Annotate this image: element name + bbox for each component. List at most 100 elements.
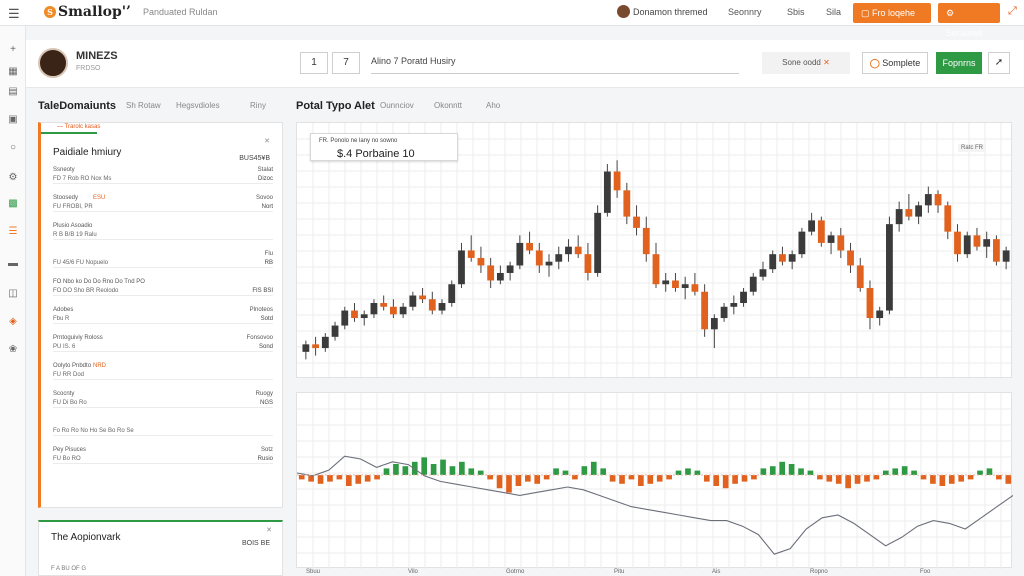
chart-icon[interactable]: ◫ [0, 288, 26, 299]
candle-body [876, 310, 884, 319]
image-icon[interactable]: ▩ [0, 198, 26, 209]
oscillator-bar [901, 466, 908, 475]
candle-body [389, 306, 397, 315]
panel-row[interactable]: Prntoguiviy Roloss Fonsovoo PU IS. 6 Sond [53, 335, 273, 353]
hamburger-menu-icon[interactable]: ☰ [8, 6, 20, 22]
candle-body [312, 344, 319, 349]
oscillator-bar [609, 475, 616, 482]
pin-icon[interactable]: ➚ [988, 52, 1010, 74]
panel-row[interactable]: FO Nbo ko Do Do Rno Do Tnd PO FO DO Sho B… [53, 279, 273, 297]
oscillator-bar [298, 475, 305, 480]
panel-row[interactable]: Pey Pisuces Sotz FU Bo RO Rusio [53, 447, 273, 465]
x-axis-label: Vilo [408, 569, 418, 575]
candle-body [954, 231, 961, 255]
candle-body [944, 205, 952, 232]
panel-tab[interactable]: — Trarolc kasas [57, 124, 100, 130]
settings-icon[interactable]: ⚙ [0, 172, 26, 183]
oscillator-bar [779, 461, 786, 475]
oscillator-bar [788, 464, 795, 475]
oscillator-chart[interactable] [296, 392, 1013, 569]
oscillator-bar [364, 475, 371, 482]
oscillator-bar [647, 475, 654, 484]
topbar-secondary-button[interactable]: ⚙ Seraures [938, 3, 1000, 38]
share-icon[interactable]: ◈ [0, 316, 26, 327]
stepper-field-2[interactable]: 7 [332, 52, 360, 74]
panel-row[interactable]: Oolyto Pnbdto FU RR Dod NRD [53, 363, 273, 381]
panel-row[interactable]: Plusio Asoadio R B B/B 19 Ralu [53, 223, 273, 241]
grid-icon[interactable]: ▦ [0, 66, 26, 77]
mini-button[interactable]: Sone oodd ✕ [762, 52, 850, 74]
candle-body [409, 295, 417, 307]
oscillator-bar [722, 475, 729, 489]
left-section-title: TaleDomaiunts [38, 100, 117, 112]
candle-body [915, 205, 923, 217]
candle-body [905, 209, 913, 217]
chart-tab-3[interactable]: Aho [486, 101, 500, 110]
oscillator-bar [345, 475, 352, 486]
panel-row[interactable]: Ssneoty Stalat FD 7 Rob RO Nox Ms Dizoc [53, 167, 273, 185]
expand-icon[interactable]: ⤢ [1008, 5, 1017, 18]
candle-body [895, 209, 903, 225]
oscillator-bar [581, 466, 588, 475]
row-description: FO DO Sho BR Reolodo [53, 288, 119, 294]
candle-body [302, 344, 310, 352]
oscillator-bar [656, 475, 663, 482]
row-divider [53, 239, 273, 240]
row-description: Fo Ro Ro No Ho Se Bo Ro Se [53, 428, 134, 434]
oscillator-bar [807, 470, 814, 475]
panel-row[interactable]: Adobes Plnoteos Fbu R Sotd [53, 307, 273, 325]
candle-body [321, 336, 329, 349]
oscillator-bar [835, 475, 842, 484]
candle-body [866, 287, 874, 319]
alert-input[interactable]: Alino 7 Poratd Husiry [371, 56, 456, 66]
topbar-primary-button[interactable]: ▢ Fro loqehe [853, 3, 931, 23]
stepper-field-1[interactable]: 1 [300, 52, 328, 74]
candlestick-chart-svg [297, 123, 1013, 379]
user-menu[interactable]: Donamon thremed [617, 5, 708, 18]
oscillator-bar [638, 475, 644, 486]
calendar-icon[interactable]: ▣ [0, 114, 26, 125]
panel-row[interactable]: Flu FU 45/6 FU Nopuelo RB [53, 251, 273, 269]
oscillator-bar [440, 459, 446, 475]
chart-tab-2[interactable]: Okonntt [434, 101, 462, 110]
oscillator-bar [685, 468, 691, 475]
candle-body [565, 246, 572, 255]
topbar-link-3[interactable]: Sila [826, 7, 841, 17]
left-tab-3[interactable]: Riny [250, 101, 266, 110]
complete-button[interactable]: ◯ Somplete [862, 52, 928, 74]
panel-row[interactable]: Scocnty Ruogy FU Di Bo Ro NGS [53, 391, 273, 409]
left-tab-1[interactable]: Sh Rotaw [126, 101, 161, 110]
row-divider [53, 323, 273, 324]
app-logo[interactable]: S Smallop'’ [44, 4, 131, 20]
oscillator-bar [741, 475, 748, 482]
oscillator-bar [317, 475, 324, 484]
row-right-value: RB [264, 260, 273, 266]
panel-close-icon[interactable]: ✕ [264, 137, 270, 145]
candle-body [419, 295, 426, 300]
list-icon[interactable]: ☰ [0, 226, 26, 237]
topbar-link-2[interactable]: Sbis [787, 7, 805, 17]
topbar-link-1[interactable]: Seonnry [728, 7, 762, 17]
candle-body [535, 250, 543, 266]
left-rail: + ▦ ▤ ▣ ○ ⚙ ▩ ☰ ▬ ◫ ◈ ❀ [0, 26, 26, 576]
left-tab-2[interactable]: Hegsvdioles [176, 101, 220, 110]
row-label: Scocnty [53, 391, 75, 397]
candle-body [779, 254, 786, 262]
row-description: FD 7 Rob RO Nox Ms [53, 176, 112, 182]
gear-icon: ⚙ [946, 8, 955, 18]
row-description: FU FROBI, PR [53, 204, 93, 210]
circle-icon[interactable]: ○ [0, 142, 26, 153]
second-panel-close-icon[interactable]: ✕ [266, 526, 272, 534]
row-right-value: FIS BSI [252, 288, 273, 294]
row-value: Stalat [257, 167, 273, 173]
asset-name: MINEZS [76, 50, 118, 62]
green-action-button[interactable]: Fopnrns [936, 52, 982, 74]
card-icon[interactable]: ▬ [0, 258, 26, 269]
network-icon[interactable]: ❀ [0, 344, 26, 355]
panel-row[interactable]: Fo Ro Ro No Ho Se Bo Ro Se [53, 419, 273, 437]
chart-tab-1[interactable]: Ounnciov [380, 101, 414, 110]
add-icon[interactable]: + [0, 44, 26, 55]
row-value: Flu [264, 251, 273, 257]
document-icon[interactable]: ▤ [0, 86, 26, 97]
panel-row[interactable]: Stoosedy Sovoo FU FROBI, PR Nort ESU [53, 195, 273, 213]
